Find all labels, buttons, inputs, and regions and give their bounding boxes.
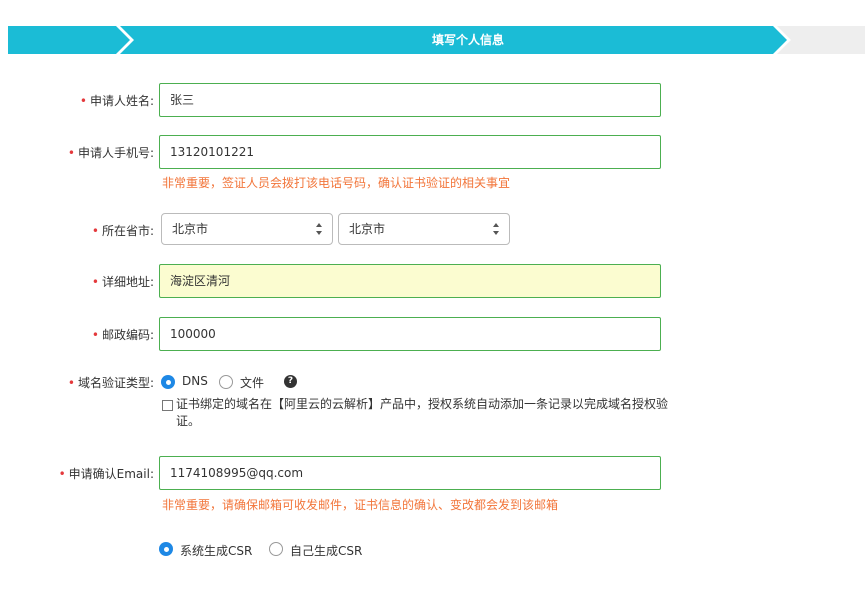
email-row: • 申请确认Email: 1174108995@qq.com 非常重要，请确保邮箱… [0,456,865,516]
phone-row: • 申请人手机号: 13120101221 非常重要，签证人员会拨打该电话号码，确… [0,135,865,195]
system-csr-label[interactable]: 系统生成CSR [180,542,252,559]
region-row: • 所在省市: 北京市 北京市 [0,213,865,245]
self-csr-radio[interactable] [269,542,283,556]
name-row: • 申请人姓名: 张三 [0,83,865,117]
progress-steps: 填写个人信息 [8,26,865,54]
dns-radio[interactable] [161,375,175,389]
phone-input[interactable]: 13120101221 [159,135,661,169]
required-mark: • [91,224,99,238]
phone-label: • 申请人手机号: [67,146,154,160]
city-value: 北京市 [349,222,386,236]
province-select[interactable]: 北京市 [161,213,333,245]
postcode-input[interactable]: 100000 [159,317,661,351]
name-input[interactable]: 张三 [159,83,661,117]
required-mark: • [67,146,75,160]
self-csr-label[interactable]: 自己生成CSR [290,542,362,559]
verify-row: • 域名验证类型: DNS 文件 ? 证书绑定的域名在【阿里云的云解析】产品中，授… [0,374,865,434]
select-arrows-icon [493,223,500,235]
province-value: 北京市 [172,222,209,236]
verify-label: • 域名验证类型: [67,376,154,390]
file-radio-label[interactable]: 文件 [240,374,264,391]
region-label: • 所在省市: [91,224,154,238]
email-hint: 非常重要，请确保邮箱可收发邮件，证书信息的确认、变改都会发到该邮箱 [162,498,559,512]
postcode-row: • 邮政编码: 100000 [0,317,865,351]
select-arrows-icon [316,223,323,235]
required-mark: • [91,275,99,289]
postcode-label: • 邮政编码: [91,328,154,342]
file-radio[interactable] [219,375,233,389]
auto-dns-description: 证书绑定的域名在【阿里云的云解析】产品中，授权系统自动添加一条记录以完成域名授权… [176,397,669,428]
city-select[interactable]: 北京市 [338,213,510,245]
required-mark: • [91,328,99,342]
dns-radio-label[interactable]: DNS [182,374,208,388]
phone-hint: 非常重要，签证人员会拨打该电话号码，确认证书验证的相关事宜 [162,176,511,190]
email-input[interactable]: 1174108995@qq.com [159,456,661,490]
email-label: • 申请确认Email: [58,467,154,481]
required-mark: • [58,467,66,481]
auto-dns-checkbox[interactable] [162,400,173,411]
required-mark: • [79,94,87,108]
csr-row: 系统生成CSR 自己生成CSR [0,542,865,558]
address-label: • 详细地址: [91,275,154,289]
address-input[interactable]: 海淀区清河 [159,264,661,298]
help-icon[interactable]: ? [284,375,297,388]
name-label: • 申请人姓名: [79,94,154,108]
required-mark: • [67,376,75,390]
current-step-label: 填写个人信息 [431,33,504,47]
system-csr-radio[interactable] [159,542,173,556]
address-row: • 详细地址: 海淀区清河 [0,264,865,298]
